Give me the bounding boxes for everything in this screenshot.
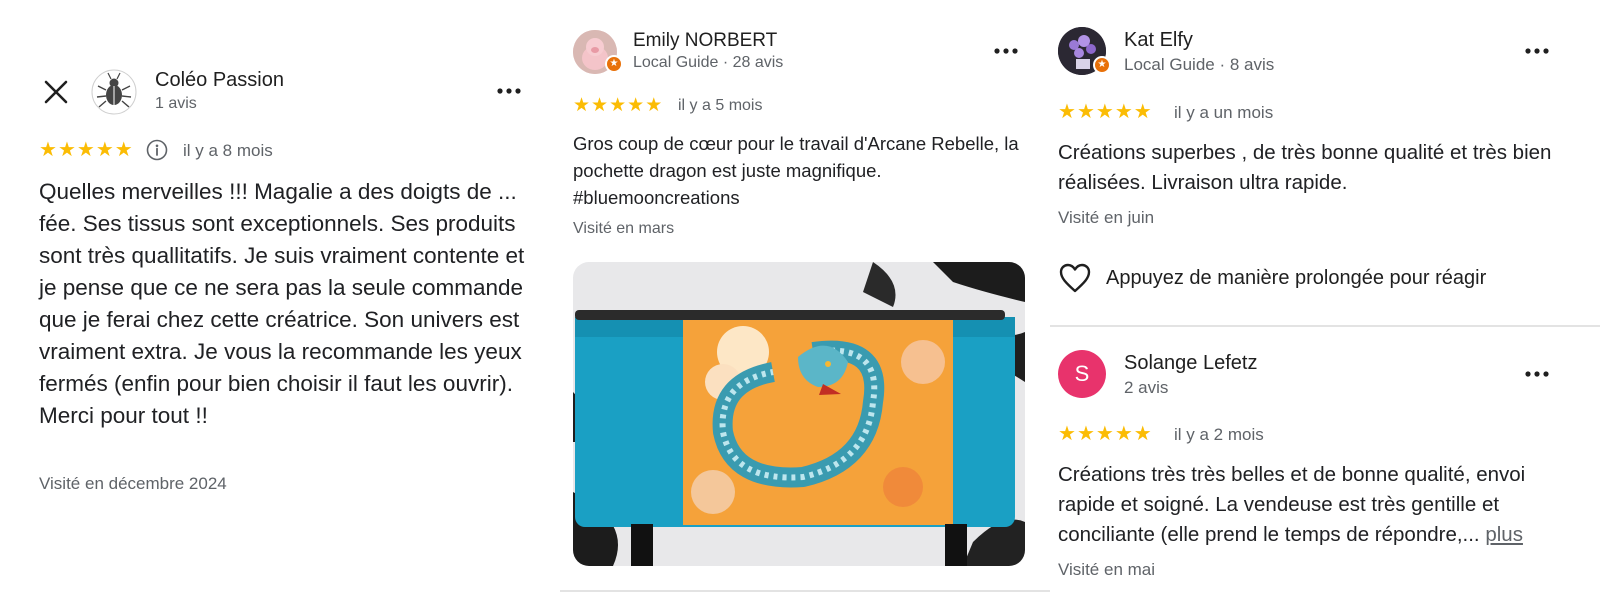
review-card-coleo-passion: Coléo Passion 1 avis ★ ★ ★ ★ ★ il y a 8 mois… <box>0 0 560 600</box>
react-button[interactable]: Appuyez de manière prolongée pour réagir <box>1058 262 1486 294</box>
star-icon: ★ <box>627 95 645 116</box>
star-icon: ★ <box>1095 423 1114 445</box>
star-icon: ★ <box>95 139 114 161</box>
close-icon <box>44 80 68 104</box>
review-time: il y a 2 mois <box>1174 425 1264 444</box>
review-time: il y a 8 mois <box>183 141 273 160</box>
reviewer-name[interactable]: Emily NORBERT <box>633 30 777 52</box>
star-rating: ★ ★ ★ ★ ★ <box>1058 102 1152 122</box>
more-horizontal-icon <box>994 48 1018 54</box>
review-text: Créations très très belles et de bonne q… <box>1058 460 1578 550</box>
close-button[interactable] <box>40 76 72 108</box>
more-options-button[interactable] <box>993 38 1019 64</box>
more-options-button[interactable] <box>1524 361 1550 387</box>
react-label: Appuyez de manière prolongée pour réagir <box>1106 266 1487 289</box>
star-icon: ★ <box>573 95 591 116</box>
reviewer-review-count: 2 avis <box>1124 378 1169 397</box>
star-icon: ★ <box>645 95 663 116</box>
review-card-emily-norbert: ★ Emily NORBERT Local Guide · 28 avis ★ ★… <box>560 0 1050 600</box>
visited-date: Visité en mars <box>573 220 675 237</box>
info-icon <box>146 139 168 161</box>
more-horizontal-icon <box>497 88 521 94</box>
star-icon: ★ <box>609 95 627 116</box>
divider <box>1050 325 1600 327</box>
star-icon: ★ <box>76 139 95 161</box>
star-rating: ★ ★ ★ ★ ★ <box>1058 424 1152 444</box>
visited-date: Visité en juin <box>1058 208 1155 227</box>
star-icon: ★ <box>1114 101 1133 123</box>
review-text: Créations superbes , de très bonne quali… <box>1058 141 1552 194</box>
visited-date: Visité en mai <box>1058 560 1156 579</box>
review-text: Quelles merveilles !!! Magalie a des doi… <box>39 179 525 428</box>
star-icon: ★ <box>1076 101 1095 123</box>
star-rating: ★ ★ ★ ★ ★ <box>39 140 133 160</box>
beetle-logo-icon <box>91 69 137 115</box>
divider <box>560 590 1050 592</box>
reviewer-meta: Local Guide · 8 avis <box>1124 55 1275 74</box>
reviewer-meta: Local Guide · 28 avis <box>633 54 784 71</box>
avatar-letter: S <box>1074 361 1090 386</box>
star-icon: ★ <box>1133 101 1152 123</box>
star-icon: ★ <box>1076 423 1095 445</box>
review-time: il y a un mois <box>1174 103 1274 122</box>
star-icon: ★ <box>591 95 609 116</box>
avatar[interactable] <box>90 68 138 116</box>
review-text: Gros coup de cœur pour le travail d'Arca… <box>573 133 1019 208</box>
more-options-button[interactable] <box>1524 38 1550 64</box>
star-icon: ★ <box>57 139 76 161</box>
star-icon: ★ <box>1133 423 1152 445</box>
reviewer-name[interactable]: Kat Elfy <box>1124 29 1193 52</box>
more-horizontal-icon <box>1525 371 1549 377</box>
review-time: il y a 5 mois <box>678 97 763 114</box>
star-icon: ★ <box>1058 423 1076 445</box>
review-column-right: ★ Kat Elfy Local Guide · 8 avis ★ ★ ★ ★ ★ il… <box>1050 0 1600 600</box>
star-icon: ★ <box>1058 101 1076 123</box>
info-button[interactable] <box>146 139 168 161</box>
star-rating: ★ ★ ★ ★ ★ <box>573 96 662 116</box>
review-photo[interactable] <box>573 262 1025 566</box>
review-text-body: Créations très très belles et de bonne q… <box>1058 463 1526 546</box>
more-options-button[interactable] <box>496 78 522 104</box>
reviewer-name[interactable]: Coléo Passion <box>155 69 284 92</box>
local-guide-badge: ★ <box>1093 56 1111 74</box>
heart-outline-icon <box>1059 263 1091 293</box>
star-icon: ★ <box>114 139 133 161</box>
read-more-link[interactable]: plus <box>1485 523 1523 546</box>
dragon-pouch-photo <box>573 262 1025 566</box>
star-icon: ★ <box>1114 423 1133 445</box>
more-horizontal-icon <box>1525 48 1549 54</box>
reviewer-review-count: 1 avis <box>155 95 197 112</box>
visited-date: Visité en décembre 2024 <box>39 474 227 493</box>
avatar[interactable]: S <box>1058 350 1106 398</box>
local-guide-badge: ★ <box>605 55 623 73</box>
star-icon: ★ <box>39 139 57 161</box>
star-icon: ★ <box>1095 101 1114 123</box>
reviewer-name[interactable]: Solange Lefetz <box>1124 352 1257 375</box>
